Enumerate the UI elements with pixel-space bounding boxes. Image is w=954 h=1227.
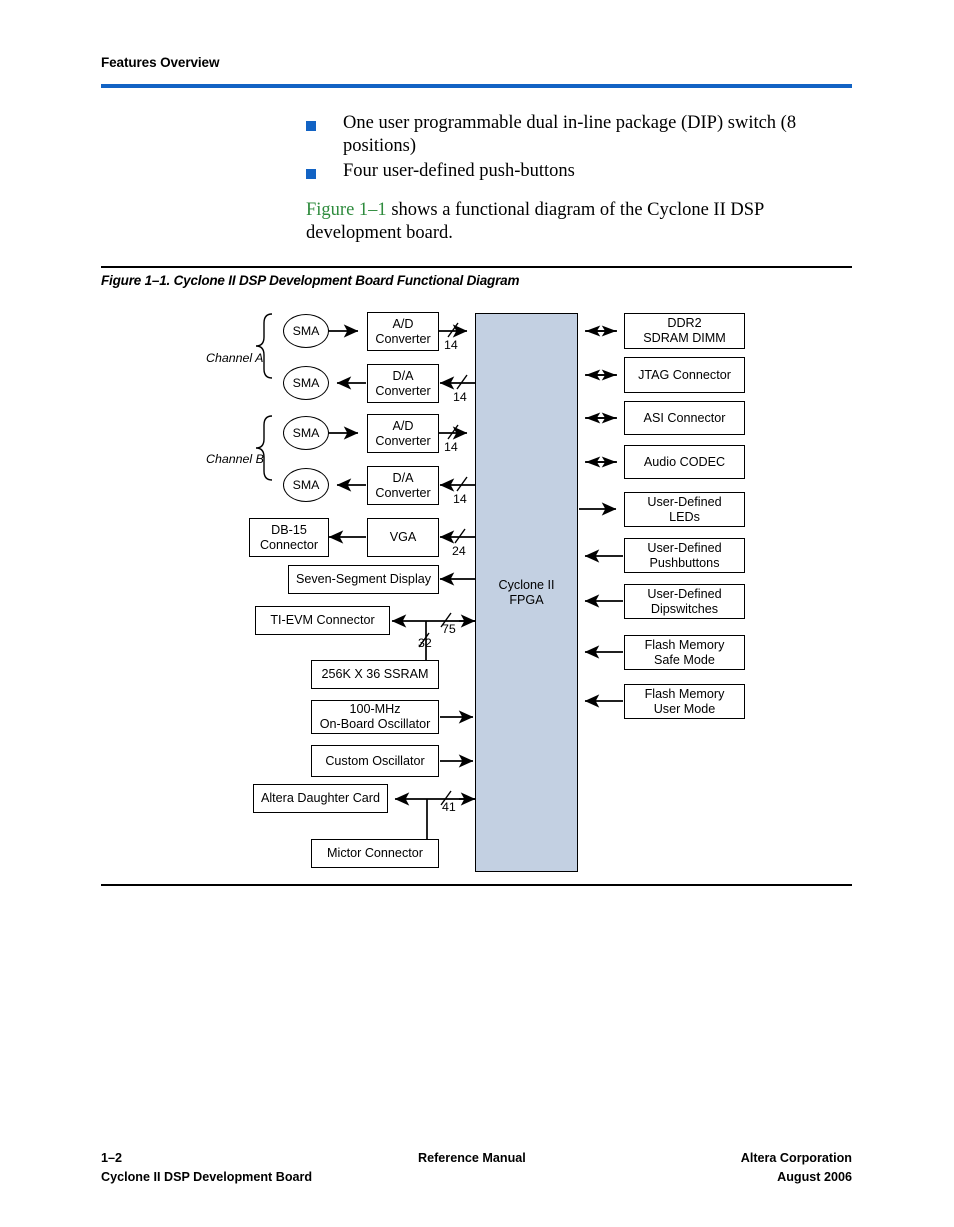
block-label-line1: JTAG Connector [638, 367, 731, 382]
block-ssram: 256K X 36 SSRAM [311, 660, 439, 689]
block-ti-evm-connector: TI-EVM Connector [255, 606, 390, 635]
sma-connector-a-in: SMA [283, 314, 329, 348]
bus-width-label: 32 [418, 636, 432, 650]
footer-page-number: 1–2 [101, 1151, 123, 1165]
block-ddr2-sdram-dimm: DDR2 SDRAM DIMM [624, 313, 745, 349]
block-mictor-connector: Mictor Connector [311, 839, 439, 868]
block-audio-codec: Audio CODEC [624, 445, 745, 479]
block-jtag-connector: JTAG Connector [624, 357, 745, 393]
footer-document-title: Cyclone II DSP Development Board [101, 1170, 313, 1184]
block-user-defined-pushbuttons: User-Defined Pushbuttons [624, 538, 745, 573]
fpga-label-line2: FPGA [509, 592, 544, 607]
block-db15-connector: DB-15 Connector [249, 518, 329, 557]
footer-company: Altera Corporation [740, 1151, 852, 1165]
block-user-defined-dipswitches: User-Defined Dipswitches [624, 584, 745, 619]
block-seven-segment-display: Seven-Segment Display [288, 565, 439, 594]
bus-width-label: 14 [453, 492, 467, 506]
document-page: Features Overview One user programmable … [0, 0, 954, 1227]
bus-width-label: 14 [444, 440, 458, 454]
functional-block-diagram: Cyclone II FPGA Channel A Channel B SMA … [0, 0, 954, 1227]
sma-connector-a-out: SMA [283, 366, 329, 400]
sma-connector-b-in: SMA [283, 416, 329, 450]
block-label-line1: ASI Connector [643, 410, 726, 425]
sma-connector-b-out: SMA [283, 468, 329, 502]
block-label-line1: Audio CODEC [643, 454, 726, 469]
block-label-line2: Connector [259, 537, 319, 552]
block-label-line1: A/D [392, 418, 414, 433]
block-label-line1: Custom Oscillator [325, 753, 425, 768]
block-label-line1: DB-15 [271, 522, 307, 537]
block-da-converter-a: D/A Converter [367, 364, 439, 403]
block-label-line2: On-Board Oscillator [319, 717, 431, 731]
block-label-line1: Seven-Segment Display [295, 572, 432, 587]
channel-b-label: Channel B [206, 452, 264, 466]
block-label-line1: Altera Daughter Card [260, 791, 380, 806]
block-label-line1: User-Defined [647, 586, 722, 601]
block-label-line1: 256K X 36 SSRAM [321, 667, 429, 682]
footer-center-label: Reference Manual [418, 1151, 526, 1165]
bus-width-label: 14 [444, 338, 458, 352]
footer-date: August 2006 [777, 1170, 852, 1184]
block-label-line1: DDR2 [667, 316, 702, 331]
block-altera-daughter-card: Altera Daughter Card [253, 784, 388, 813]
block-label-line1: Flash Memory [644, 686, 725, 701]
block-label-line1: D/A [392, 368, 414, 383]
fpga-block: Cyclone II FPGA [475, 313, 578, 872]
block-label-line2: Pushbuttons [649, 555, 720, 570]
block-label-line2: Converter [375, 383, 431, 398]
block-ad-converter-b: A/D Converter [367, 414, 439, 453]
block-label-line2: SDRAM DIMM [643, 331, 726, 345]
block-label-line1: A/D [392, 316, 414, 331]
block-onboard-oscillator: 100-MHz On-Board Oscillator [311, 700, 439, 734]
block-label-line2: LEDs [669, 509, 700, 524]
block-label-line2: Safe Mode [654, 652, 715, 667]
bus-width-label: 14 [453, 390, 467, 404]
channel-a-label: Channel A [206, 351, 264, 365]
bus-width-label: 24 [452, 544, 466, 558]
block-label-line1: User-Defined [647, 540, 722, 555]
block-label-line2: Converter [375, 433, 431, 448]
bus-width-label: 75 [442, 622, 456, 636]
block-label-line1: User-Defined [647, 494, 722, 509]
block-label-line1: TI-EVM Connector [270, 613, 375, 628]
block-asi-connector: ASI Connector [624, 401, 745, 435]
block-label-line1: 100-MHz [349, 702, 401, 717]
block-vga: VGA [367, 518, 439, 557]
block-flash-memory-safe-mode: Flash Memory Safe Mode [624, 635, 745, 670]
block-da-converter-b: D/A Converter [367, 466, 439, 505]
block-label-line2: User Mode [653, 701, 716, 716]
block-label-line1: VGA [389, 530, 417, 545]
block-label-line2: Converter [375, 331, 431, 346]
block-label-line1: Flash Memory [644, 637, 725, 652]
block-ad-converter-a: A/D Converter [367, 312, 439, 351]
block-flash-memory-user-mode: Flash Memory User Mode [624, 684, 745, 719]
block-user-defined-leds: User-Defined LEDs [624, 492, 745, 527]
block-label-line1: Mictor Connector [327, 846, 423, 861]
fpga-label-line1: Cyclone II [498, 577, 555, 592]
block-label-line2: Converter [375, 485, 431, 500]
block-label-line2: Dipswitches [650, 601, 719, 616]
block-label-line1: D/A [392, 470, 414, 485]
bus-width-label: 41 [442, 800, 456, 814]
block-custom-oscillator: Custom Oscillator [311, 745, 439, 777]
